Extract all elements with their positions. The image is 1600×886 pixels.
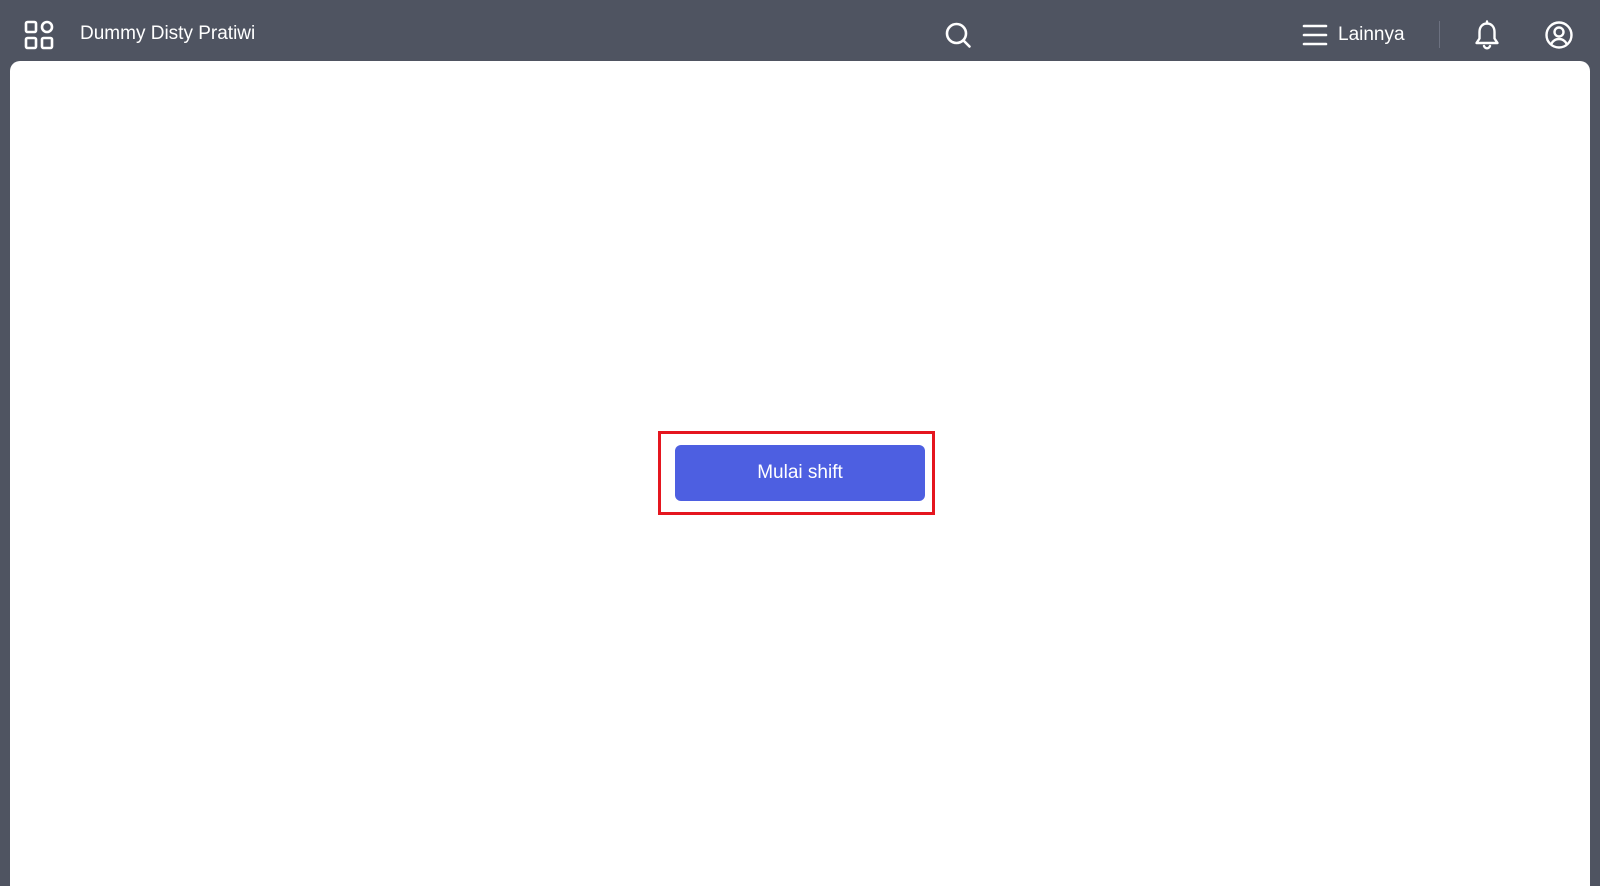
search-icon[interactable]: [944, 21, 972, 49]
more-menu-label: Lainnya: [1338, 24, 1405, 45]
bell-icon[interactable]: [1472, 20, 1502, 50]
header-divider: [1439, 21, 1440, 48]
app-title: Dummy Disty Pratiwi: [80, 23, 256, 44]
apps-grid-icon[interactable]: [24, 20, 54, 50]
top-navigation-bar: Dummy Disty Pratiwi Lainnya: [0, 0, 1600, 61]
hamburger-menu-icon: [1302, 24, 1328, 46]
start-shift-button[interactable]: Mulai shift: [675, 445, 925, 501]
main-content-panel: Mulai shift: [10, 61, 1590, 886]
user-circle-icon[interactable]: [1544, 20, 1574, 50]
more-menu-button[interactable]: Lainnya: [1302, 20, 1405, 50]
